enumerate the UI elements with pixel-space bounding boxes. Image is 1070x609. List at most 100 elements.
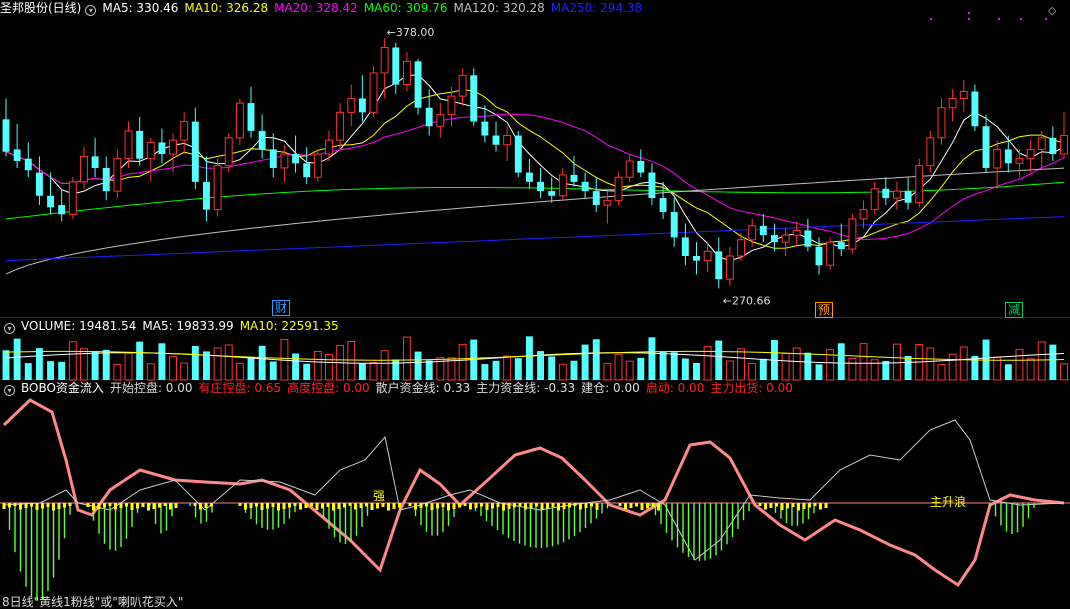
bobo-yellow-bar: [41, 503, 44, 509]
candle-body: [770, 235, 778, 243]
volume-bar: [904, 356, 912, 380]
volume-bar: [47, 361, 54, 380]
candle-body: [781, 234, 790, 243]
volume-bar: [815, 364, 823, 380]
volume-bar: [681, 358, 689, 380]
marker-cai[interactable]: 财: [272, 300, 291, 316]
bobo-yellow-bar: [299, 503, 302, 510]
scroll-icon: ◇: [1048, 4, 1057, 17]
bobo-yellow-bar: [458, 503, 461, 508]
candle-body: [703, 250, 712, 262]
chart-canvas[interactable]: ←378.00 ←270.66 ◇ 强 主升浪: [0, 0, 1070, 609]
signal-dot: [968, 12, 970, 14]
candle-body: [715, 251, 723, 280]
bobo-yellow-bar: [108, 503, 112, 506]
candle-body: [369, 72, 378, 113]
volume-bar: [146, 363, 155, 381]
candle-body: [514, 135, 522, 173]
candle-body: [759, 225, 767, 236]
volume-bar: [725, 360, 734, 381]
volume-bar: [882, 360, 890, 380]
volume-bar: [1037, 341, 1046, 381]
bobo-yellow-bar: [529, 503, 533, 508]
volume-bar: [369, 361, 378, 381]
bobo-yellow-bar: [30, 503, 33, 507]
candle-body: [1004, 149, 1012, 164]
candle-body: [146, 141, 155, 160]
bobo-yellow-bar: [758, 503, 762, 506]
volume-bar: [492, 360, 500, 380]
marker-yu[interactable]: 预: [815, 302, 834, 318]
candle-body: [581, 181, 589, 192]
bobo-yellow-bar: [452, 503, 456, 509]
bobo-yellow-bar: [791, 503, 795, 507]
volume-bar: [414, 351, 422, 380]
candle-body: [235, 102, 244, 139]
candle-body: [848, 218, 857, 250]
candle-body: [558, 174, 567, 197]
bobo-yellow-bar: [19, 503, 22, 510]
volume-bar: [525, 336, 533, 380]
candle-body: [548, 191, 556, 196]
volume-bar: [13, 338, 21, 380]
bobo-yellow-bar: [513, 503, 516, 508]
volume-bar: [637, 357, 645, 380]
bobo-yellow-bar: [310, 503, 313, 507]
candle-body: [1037, 137, 1046, 150]
bobo-yellow-bar: [321, 503, 324, 509]
bobo-yellow-bar: [365, 503, 368, 507]
volume-bar: [458, 343, 467, 381]
candle-body: [113, 158, 122, 192]
candle-body: [358, 98, 366, 113]
bobo-yellow-bar: [125, 503, 128, 507]
bobo-yellow-bar: [46, 503, 50, 507]
bobo-yellow-bar: [210, 503, 213, 507]
bobo-yellow-bar: [414, 503, 417, 510]
candle-body: [191, 121, 199, 182]
volume-bar: [1060, 363, 1068, 381]
bobo-yellow-bar: [392, 503, 396, 509]
volume-bar: [670, 352, 678, 380]
volume-bar: [1015, 348, 1024, 381]
volume-bar: [1004, 364, 1012, 380]
volume-bar: [258, 345, 266, 380]
candle-body: [670, 211, 678, 238]
candle-body: [737, 239, 745, 257]
candle-body: [414, 61, 422, 108]
volume-bar: [581, 344, 589, 380]
bobo-yellow-bar: [590, 503, 593, 507]
candle-body: [592, 191, 600, 206]
candle-body: [659, 198, 667, 212]
volume-bar: [748, 362, 757, 381]
bobo-yellow-bar: [797, 503, 800, 511]
volume-bar: [737, 348, 745, 381]
volume-bar: [136, 341, 144, 380]
marker-jian[interactable]: 减: [1005, 302, 1024, 318]
volume-bar: [592, 339, 600, 380]
candle-body: [971, 91, 979, 127]
bobo-yellow-bar: [130, 503, 134, 510]
candle-body: [826, 241, 835, 266]
candle-body: [325, 139, 333, 155]
volume-bar: [1026, 358, 1035, 381]
bobo-yellow-bar: [147, 503, 150, 511]
volume-bar: [648, 337, 656, 380]
signal-dot: [998, 18, 1000, 20]
volume-bar: [224, 344, 233, 381]
bobo-yellow-bar: [824, 503, 828, 508]
bobo-yellow-bar: [808, 503, 811, 508]
candle-body: [693, 255, 700, 261]
footer-hint: 8日线"黄线1粉线"或"喇叭花买入": [2, 595, 184, 609]
bobo-yellow-bar: [518, 503, 522, 506]
volume-bar: [380, 350, 389, 381]
volume-bar: [514, 358, 522, 380]
bobo-yellow-bar: [174, 503, 178, 508]
candle-body: [247, 103, 255, 131]
bobo-yellow-bar: [398, 503, 401, 508]
bobo-yellow-bar: [579, 503, 582, 510]
bobo-yellow-bar: [540, 503, 544, 510]
candle-body: [169, 139, 178, 155]
candle-body: [470, 75, 478, 122]
bobo-yellow-bar: [315, 503, 319, 510]
bobo-yellow-bar: [244, 503, 247, 510]
